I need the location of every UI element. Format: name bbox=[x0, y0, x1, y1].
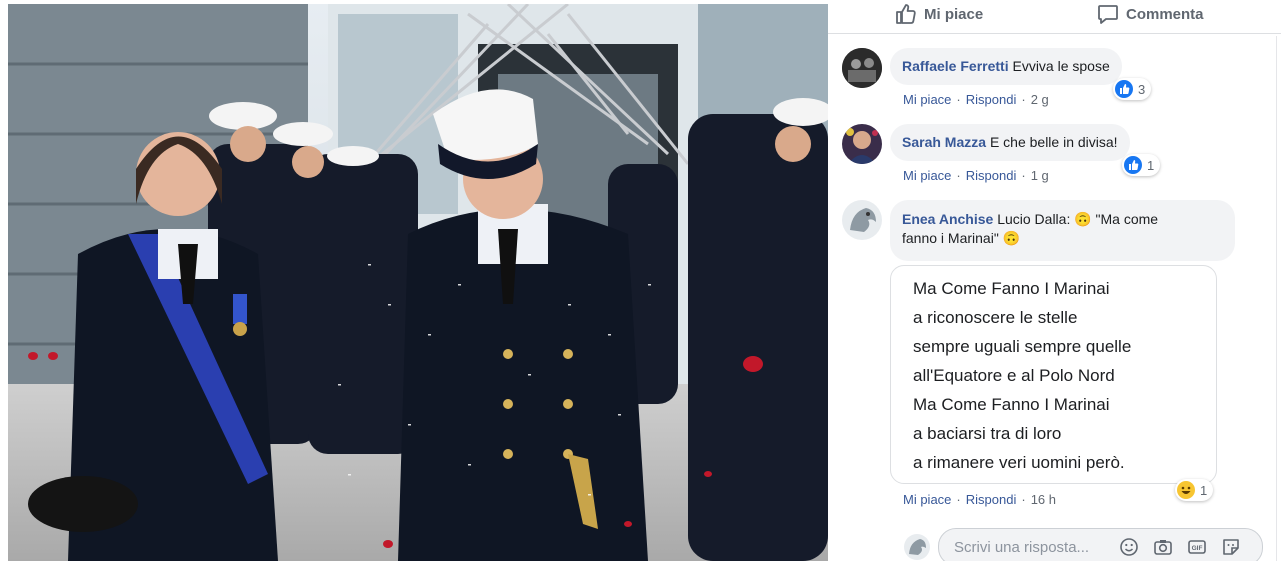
scroll-divider bbox=[1276, 36, 1277, 561]
comment-text: E che belle in divisa! bbox=[989, 134, 1118, 150]
comment-attachment[interactable]: Ma Come Fanno I Marinai a riconoscere le… bbox=[890, 265, 1217, 484]
comment-reply-link[interactable]: Rispondi bbox=[966, 92, 1017, 107]
comment-reply-link[interactable]: Rispondi bbox=[966, 168, 1017, 183]
comment-text: Evviva le spose bbox=[1012, 58, 1110, 74]
avatar-image bbox=[842, 124, 882, 164]
reply-tools: GIF bbox=[1119, 537, 1241, 557]
sticker-icon[interactable] bbox=[1221, 537, 1241, 557]
comment-text-line: Lucio Dalla: 🙃 "Ma come bbox=[997, 211, 1159, 227]
comment-like-link[interactable]: Mi piace bbox=[903, 492, 951, 507]
like-button[interactable]: Mi piace bbox=[894, 0, 983, 28]
avatar-image bbox=[904, 534, 930, 560]
comment-meta: Mi piace · Rispondi · 2 g bbox=[903, 92, 1049, 107]
comment-like-link[interactable]: Mi piace bbox=[903, 92, 951, 107]
comment-bubble: Raffaele Ferretti Evviva le spose bbox=[890, 48, 1122, 85]
comment-item: Enea Anchise Lucio Dalla: 🙃 "Ma come fan… bbox=[842, 200, 1272, 261]
comment-author[interactable]: Sarah Mazza bbox=[902, 134, 986, 150]
comment-time[interactable]: 1 g bbox=[1031, 168, 1049, 183]
photo-illustration bbox=[8, 4, 828, 561]
comment-reply-link[interactable]: Rispondi bbox=[966, 492, 1017, 507]
comment-like-link[interactable]: Mi piace bbox=[903, 168, 951, 183]
attachment-line: Ma Come Fanno I Marinai bbox=[913, 395, 1110, 414]
like-button-label: Mi piace bbox=[924, 5, 984, 23]
thumbs-up-icon bbox=[896, 4, 916, 24]
camera-icon[interactable] bbox=[1153, 537, 1173, 557]
comment-button-label: Commenta bbox=[1126, 5, 1204, 23]
speech-bubble-icon bbox=[1098, 5, 1118, 24]
attachment-line: a baciarsi tra di loro bbox=[913, 424, 1062, 443]
like-reaction-icon bbox=[1124, 156, 1142, 174]
attachment-line: sempre uguali sempre quelle bbox=[913, 337, 1132, 356]
avatar[interactable] bbox=[842, 124, 882, 164]
attachment-line: Ma Come Fanno I Marinai bbox=[913, 279, 1110, 298]
post-photo[interactable] bbox=[8, 4, 828, 561]
comment-item: Sarah Mazza E che belle in divisa! 1 Mi … bbox=[842, 124, 1272, 190]
comment-text-line: fanno i Marinai" 🙃 bbox=[902, 230, 1021, 246]
comment-bubble: Enea Anchise Lucio Dalla: 🙃 "Ma come fan… bbox=[890, 200, 1235, 261]
reaction-count: 3 bbox=[1138, 81, 1146, 97]
avatar[interactable] bbox=[842, 48, 882, 88]
reaction-count: 1 bbox=[1147, 157, 1155, 173]
avatar bbox=[904, 534, 930, 560]
comment-author[interactable]: Raffaele Ferretti bbox=[902, 58, 1009, 74]
comment-item: Raffaele Ferretti Evviva le spose 3 Mi p… bbox=[842, 48, 1272, 114]
svg-text:GIF: GIF bbox=[1192, 545, 1203, 552]
post-actions-bar: Mi piace Commenta bbox=[828, 0, 1281, 34]
comment-author[interactable]: Enea Anchise bbox=[902, 211, 993, 227]
avatar[interactable] bbox=[842, 200, 882, 240]
gif-icon[interactable]: GIF bbox=[1187, 537, 1207, 557]
reply-composer: GIF bbox=[904, 528, 1269, 561]
attachment-line: a riconoscere le stelle bbox=[913, 308, 1078, 327]
reaction-badge[interactable]: 3 bbox=[1113, 78, 1152, 100]
comment-meta: Mi piace · Rispondi · 16 h bbox=[903, 492, 1057, 507]
comment-time[interactable]: 16 h bbox=[1031, 492, 1056, 507]
reaction-count: 1 bbox=[1200, 482, 1208, 498]
attachment-line: all'Equatore e al Polo Nord bbox=[913, 366, 1115, 385]
avatar-image bbox=[842, 48, 882, 88]
comment-time[interactable]: 2 g bbox=[1031, 92, 1049, 107]
avatar-image bbox=[842, 200, 882, 240]
reaction-badge[interactable]: 1 bbox=[1175, 479, 1214, 501]
like-reaction-icon bbox=[1115, 80, 1133, 98]
smiley-icon[interactable] bbox=[1119, 537, 1139, 557]
comment-button[interactable]: Commenta bbox=[1096, 0, 1204, 28]
reaction-badge[interactable]: 1 bbox=[1122, 154, 1161, 176]
post-photo-container bbox=[0, 0, 828, 561]
comment-bubble: Sarah Mazza E che belle in divisa! bbox=[890, 124, 1130, 161]
attachment-line: a rimanere veri uomini però. bbox=[913, 453, 1125, 472]
haha-reaction-icon bbox=[1177, 481, 1195, 499]
comment-meta: Mi piace · Rispondi · 1 g bbox=[903, 168, 1049, 183]
